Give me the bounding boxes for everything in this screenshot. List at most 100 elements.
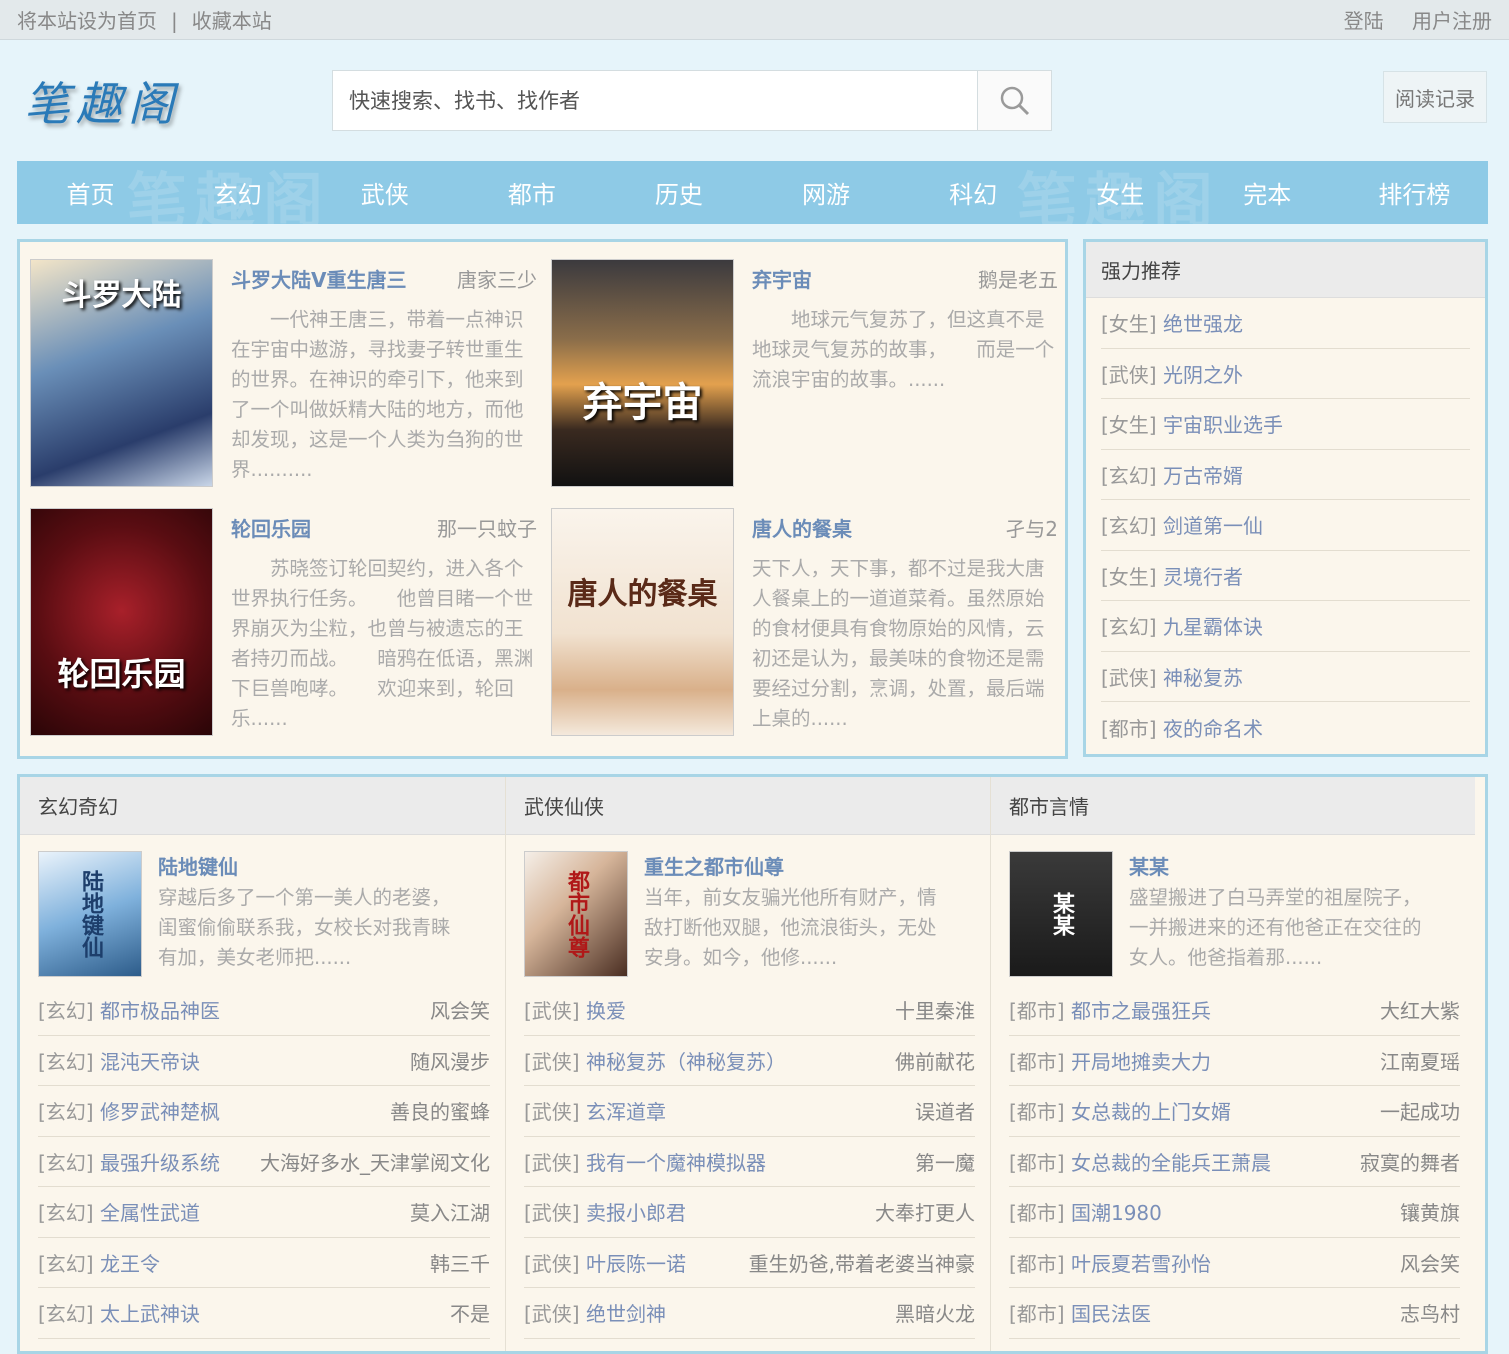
book-name[interactable]: 国民法医 xyxy=(1071,1302,1151,1326)
list-item[interactable]: [玄幻] 修罗武神楚枫 善良的蜜蜂 xyxy=(38,1086,490,1137)
recommend-item[interactable]: [武侠] 神秘复苏 xyxy=(1101,652,1470,702)
list-item[interactable]: [武侠] 叶辰陈一诺 重生奶爸,带着老婆当神豪 xyxy=(524,1238,975,1288)
list-item[interactable]: [玄幻] 最强升级系统 大海好多水_天津掌阅文化 xyxy=(38,1137,490,1187)
book-name[interactable]: 宇宙职业选手 xyxy=(1163,409,1283,438)
book-title[interactable]: 轮回乐园 xyxy=(231,513,311,542)
list-item[interactable]: [都市] 女总裁的全能兵王萧晨 寂寞的舞者 xyxy=(1009,1137,1460,1187)
list-item[interactable]: [玄幻] 全属性武道 莫入江湖 xyxy=(38,1187,490,1238)
book-cover[interactable]: 弃宇宙 xyxy=(551,259,734,487)
nav-item-kehuan[interactable]: 科幻 xyxy=(900,175,1047,210)
book-name[interactable]: 都市极品神医 xyxy=(100,999,220,1023)
book-name[interactable]: 开局地摊卖大力 xyxy=(1071,1050,1211,1074)
book-name[interactable]: 混沌天帝诀 xyxy=(100,1050,200,1074)
book-name[interactable]: 叶辰夏若雪孙怡 xyxy=(1071,1252,1211,1276)
book-name[interactable]: 最强升级系统 xyxy=(100,1151,220,1175)
book-name[interactable]: 全属性武道 xyxy=(100,1201,200,1225)
book-name[interactable]: 神秘复苏 xyxy=(1163,662,1243,691)
recommend-item[interactable]: [武侠] 光阴之外 xyxy=(1101,349,1470,399)
book-name[interactable]: 夜的命名术 xyxy=(1163,713,1263,742)
book-name[interactable]: 都市之最强狂兵 xyxy=(1071,999,1211,1023)
nav-item-wangyou[interactable]: 网游 xyxy=(752,175,899,210)
book-title[interactable]: 某某 xyxy=(1129,851,1422,883)
recommend-item[interactable]: [玄幻] 九星霸体诀 xyxy=(1101,601,1470,652)
recommend-item[interactable]: [玄幻] 剑道第一仙 xyxy=(1101,500,1470,551)
book-author: 唐家三少 xyxy=(457,267,537,292)
list-item[interactable]: [都市] 叶辰夏若雪孙怡 风会笑 xyxy=(1009,1238,1460,1288)
book-name[interactable]: 九星霸体诀 xyxy=(1163,611,1263,640)
book-name[interactable]: 绝世剑神 xyxy=(586,1302,666,1326)
book-cover[interactable]: 某某 xyxy=(1009,851,1113,977)
book-name[interactable]: 女总裁的上门女婿 xyxy=(1071,1100,1231,1124)
book-name[interactable]: 太上武神诀 xyxy=(100,1302,200,1326)
list-item[interactable]: [都市] 女总裁的上门女婿 一起成功 xyxy=(1009,1086,1460,1137)
nav-item-ranking[interactable]: 排行榜 xyxy=(1341,175,1488,210)
book-title[interactable]: 唐人的餐桌 xyxy=(752,513,852,542)
list-item[interactable]: [玄幻] 太上武神诀 不是 xyxy=(38,1288,490,1339)
nav-item-xuanhuan[interactable]: 玄幻 xyxy=(164,175,311,210)
list-item[interactable]: [武侠] 我有一个魔神模拟器 第一魔 xyxy=(524,1137,975,1187)
read-history-button[interactable]: 阅读记录 xyxy=(1383,71,1487,123)
list-item[interactable]: [玄幻] 都市极品神医 风会笑 xyxy=(38,985,490,1036)
search-input[interactable] xyxy=(333,71,977,130)
recommend-item[interactable]: [都市] 夜的命名术 xyxy=(1101,702,1470,753)
book-cover[interactable]: 都市仙尊 xyxy=(524,851,628,977)
category-tag: [玄幻] xyxy=(1101,463,1157,488)
book-name[interactable]: 换爱 xyxy=(586,999,626,1023)
book-name[interactable]: 神秘复苏（神秘复苏） xyxy=(586,1050,786,1074)
recommend-item[interactable]: [女生] 绝世强龙 xyxy=(1101,298,1470,349)
list-item[interactable]: [武侠] 神秘复苏（神秘复苏） 佛前献花 xyxy=(524,1036,975,1086)
book-cover[interactable]: 唐人的餐桌 xyxy=(551,508,734,736)
book-title[interactable]: 陆地键仙 xyxy=(158,851,451,883)
list-item[interactable]: [玄幻] 龙王令 韩三千 xyxy=(38,1238,490,1288)
book-author: 鹅是老五 xyxy=(978,267,1058,292)
register-link[interactable]: 用户注册 xyxy=(1412,5,1492,34)
book-name[interactable]: 玄浑道章 xyxy=(586,1100,666,1124)
book-name[interactable]: 万古帝婿 xyxy=(1163,460,1243,489)
recommend-item[interactable]: [女生] 宇宙职业选手 xyxy=(1101,399,1470,450)
site-logo[interactable]: 笔趣阁 xyxy=(24,68,180,134)
list-item[interactable]: [武侠] 换爱 十里秦淮 xyxy=(524,985,975,1036)
nav-item-wuxia[interactable]: 武侠 xyxy=(311,175,458,210)
nav-item-lishi[interactable]: 历史 xyxy=(605,175,752,210)
list-item[interactable]: [都市] 国潮1980 镶黄旗 xyxy=(1009,1187,1460,1238)
nav-item-wanben[interactable]: 完本 xyxy=(1194,175,1341,210)
list-item[interactable]: [武侠] 玄浑道章 误道者 xyxy=(524,1086,975,1137)
book-name[interactable]: 修罗武神楚枫 xyxy=(100,1100,220,1124)
category-tag: [玄幻] xyxy=(38,1100,94,1125)
book-title[interactable]: 重生之都市仙尊 xyxy=(644,851,937,883)
book-name[interactable]: 光阴之外 xyxy=(1163,359,1243,388)
book-name[interactable]: 叶辰陈一诺 xyxy=(586,1252,686,1276)
book-cover[interactable]: 斗罗大陆 xyxy=(30,259,213,487)
book-name[interactable]: 绝世强龙 xyxy=(1163,308,1243,337)
book-title[interactable]: 斗罗大陆V重生唐三 xyxy=(231,264,406,293)
book-author: 寂寞的舞者 xyxy=(1360,1150,1460,1175)
book-cover[interactable]: 轮回乐园 xyxy=(30,508,213,736)
list-item[interactable]: [都市] 开局地摊卖大力 江南夏瑶 xyxy=(1009,1036,1460,1086)
list-item[interactable]: [都市] 都市之最强狂兵 大红大紫 xyxy=(1009,985,1460,1036)
book-name[interactable]: 剑道第一仙 xyxy=(1163,510,1263,539)
category-column: 武侠仙侠 都市仙尊 重生之都市仙尊 当年，前女友骗光他所有财产，情 敌打断他双腿，他流浪… xyxy=(505,777,990,1351)
list-item[interactable]: [都市] 国民法医 志鸟村 xyxy=(1009,1288,1460,1339)
book-title[interactable]: 弃宇宙 xyxy=(752,264,812,293)
book-description-line: 敌打断他双腿，他流浪街头，无处 xyxy=(644,916,937,939)
set-homepage-link[interactable]: 将本站设为首页 xyxy=(17,5,157,34)
book-name[interactable]: 灵境行者 xyxy=(1163,561,1243,590)
list-item[interactable]: [玄幻] 混沌天帝诀 随风漫步 xyxy=(38,1036,490,1086)
list-item[interactable]: [武侠] 卖报小郎君 大奉打更人 xyxy=(524,1187,975,1238)
nav-item-home[interactable]: 首页 xyxy=(17,175,164,210)
book-name[interactable]: 女总裁的全能兵王萧晨 xyxy=(1071,1151,1271,1175)
book-name[interactable]: 国潮1980 xyxy=(1071,1201,1162,1225)
nav-item-nvsheng[interactable]: 女生 xyxy=(1047,175,1194,210)
book-name[interactable]: 卖报小郎君 xyxy=(586,1201,686,1225)
bookmark-link[interactable]: 收藏本站 xyxy=(192,5,272,34)
login-link[interactable]: 登陆 xyxy=(1344,5,1384,34)
book-name[interactable]: 龙王令 xyxy=(100,1252,160,1276)
book-cover[interactable]: 陆地键仙 xyxy=(38,851,142,977)
list-item[interactable]: [武侠] 绝世剑神 黑暗火龙 xyxy=(524,1288,975,1339)
book-name[interactable]: 我有一个魔神模拟器 xyxy=(586,1151,766,1175)
search-button[interactable] xyxy=(977,71,1051,130)
nav-item-dushi[interactable]: 都市 xyxy=(458,175,605,210)
recommend-item[interactable]: [玄幻] 万古帝婿 xyxy=(1101,450,1470,500)
category-tag: [武侠] xyxy=(524,1251,580,1276)
recommend-item[interactable]: [女生] 灵境行者 xyxy=(1101,551,1470,601)
